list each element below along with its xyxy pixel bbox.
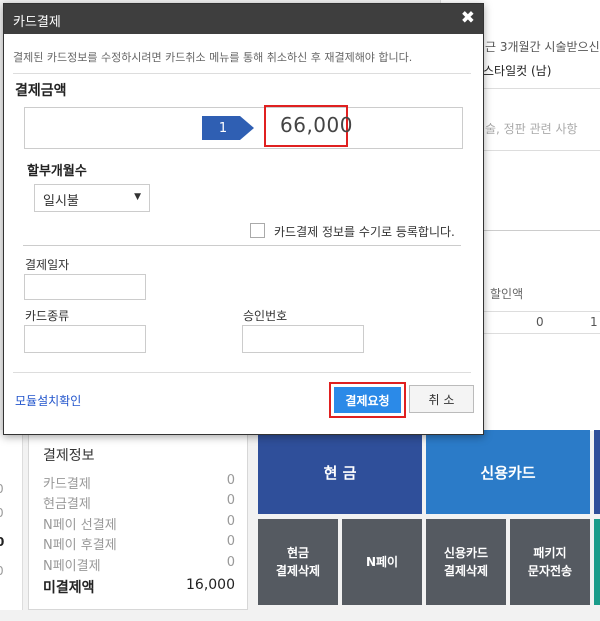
cancel-button[interactable]: 취 소 [409, 385, 474, 413]
payment-info-panel: 결제정보 카드결제 0 현금결제 0 N페이 선결제 0 N페이 후결제 0 N페이결제… [28, 432, 248, 610]
dialog-title: 카드결제 [13, 15, 61, 30]
credit-card-tile[interactable]: 신용카드 [426, 430, 590, 514]
amount-highlight: 66,000 [264, 105, 352, 147]
payment-info-row: 카드결제 0 [43, 473, 235, 492]
card-type-input[interactable] [24, 325, 146, 353]
installment-value: 일시불 [43, 194, 79, 209]
card-delete-tile[interactable]: 신용카드 결제삭제 [426, 519, 506, 605]
bg-text-style-cut: 스타일컷 (남) [483, 64, 552, 78]
installment-select[interactable]: 일시불 ▼ [34, 184, 150, 212]
bg-text-memo: 술, 정판 관련 사항 [485, 122, 578, 136]
module-check-link[interactable]: 모듈설치확인 [15, 392, 81, 409]
payment-info-row: 현금결제 0 [43, 493, 235, 512]
bg-text-recent-visits: 근 3개월간 시술받으신 [485, 40, 600, 54]
discount-label: 할인액 [490, 287, 524, 301]
dialog-header: 카드결제 ✖ [4, 4, 483, 34]
payment-info-row: N페이 후결제 0 [43, 534, 235, 553]
step-number: 1 [218, 120, 228, 136]
payment-date-label: 결제일자 [25, 258, 70, 272]
payment-request-button[interactable]: 결제요청 [334, 387, 401, 413]
card-type-label: 카드종류 [25, 309, 70, 323]
amount-label: 결제금액 [15, 83, 67, 99]
notice-text: 결제된 카드정보를 수정하시려면 카드취소 메뉴를 통해 취소하신 후 재결제해… [13, 51, 413, 64]
unpaid-amount: 미결제액 16,000 [43, 577, 235, 596]
package-sms-tile[interactable]: 패키지 문자전송 [510, 519, 590, 605]
payment-info-row: N페이 선결제 0 [43, 514, 235, 533]
amount-value: 66,000 [280, 113, 353, 137]
amount-box: 1 66,000 [24, 105, 463, 149]
close-icon[interactable]: ✖ [461, 9, 475, 27]
request-button-highlight: 결제요청 [329, 382, 406, 418]
installment-label: 할부개월수 [27, 164, 87, 179]
approval-no-input[interactable] [242, 325, 364, 353]
npay-tile[interactable]: N페이 [342, 519, 422, 605]
step-badge: 1 [202, 116, 254, 140]
discount-value-2: 1 [590, 315, 598, 329]
caret-down-icon: ▼ [134, 192, 141, 202]
approval-no-label: 승인번호 [243, 309, 288, 323]
payment-date-input[interactable] [24, 274, 146, 300]
payment-info-row: N페이결제 0 [43, 555, 235, 574]
cash-delete-tile[interactable]: 현금 결제삭제 [258, 519, 338, 605]
payment-info-title: 결제정보 [43, 448, 95, 464]
cash-tile[interactable]: 현 금 [258, 430, 422, 514]
manual-register-checkbox[interactable] [250, 223, 265, 238]
discount-value: 0 [536, 315, 544, 329]
card-payment-dialog: 카드결제 ✖ 결제된 카드정보를 수정하시려면 카드취소 메뉴를 통해 취소하신… [3, 3, 484, 435]
manual-register-label: 카드결제 정보를 수기로 등록합니다. [274, 225, 455, 239]
background-left-strip: 0 0 0 0 [0, 430, 23, 610]
